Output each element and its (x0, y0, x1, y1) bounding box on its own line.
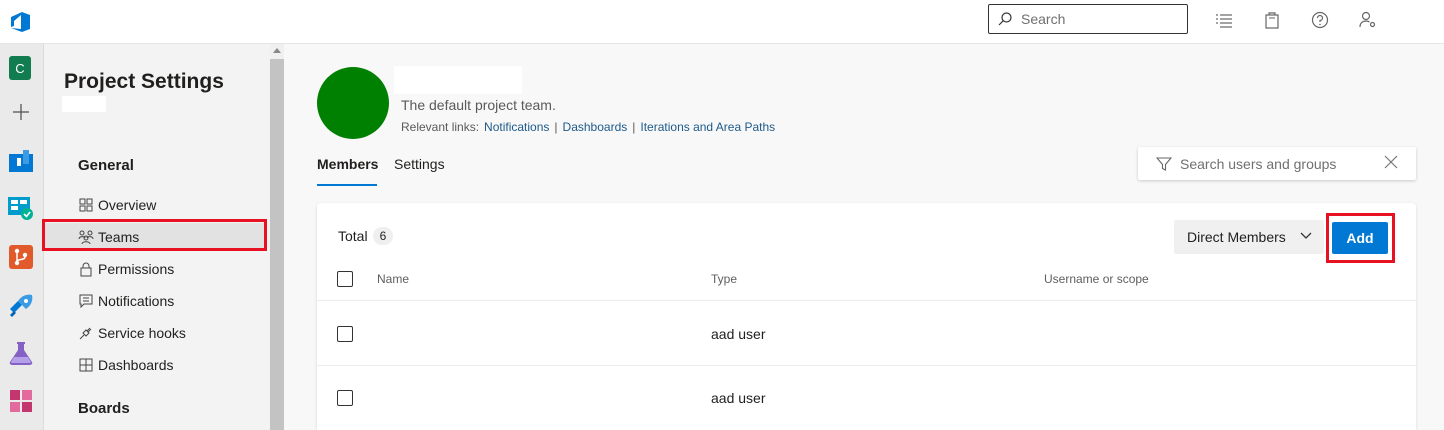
nav-group-general: General (78, 157, 134, 174)
filter-icon (1156, 156, 1172, 171)
tab-members[interactable]: Members (317, 156, 378, 172)
overview-icon (78, 197, 94, 213)
scroll-up-arrow-icon[interactable] (273, 48, 281, 53)
artifacts-icon[interactable] (8, 388, 34, 414)
chat-icon (78, 293, 94, 309)
user-settings-icon[interactable] (1358, 10, 1378, 30)
boards-icon[interactable] (8, 196, 34, 222)
list-icon[interactable] (1214, 10, 1234, 30)
search-placeholder: Search (1021, 11, 1066, 27)
close-icon[interactable] (1384, 155, 1398, 169)
azure-devops-logo-icon[interactable] (8, 9, 34, 35)
nav-group-boards[interactable]: Boards (78, 400, 130, 417)
page-title: Project Settings (64, 70, 224, 93)
link-iterations-area-paths[interactable]: Iterations and Area Paths (640, 120, 775, 134)
team-description: The default project team. (401, 97, 556, 113)
left-rail: C (0, 44, 44, 430)
help-icon[interactable] (1310, 10, 1330, 30)
column-header-type[interactable]: Type (711, 272, 737, 286)
tab-selected-indicator (317, 184, 377, 186)
nav-item-label: Overview (98, 197, 157, 213)
redacted-subtitle (62, 96, 106, 112)
member-type: aad user (711, 326, 766, 342)
search-icon (998, 12, 1012, 26)
column-header-scope[interactable]: Username or scope (1044, 272, 1149, 286)
nav-item-permissions[interactable]: Permissions (44, 255, 266, 283)
members-panel: Total 6 Direct Members Add Name Type Use… (317, 203, 1416, 430)
nav-item-label: Notifications (98, 293, 175, 309)
test-plans-icon[interactable] (8, 340, 34, 366)
nav-item-service-hooks[interactable]: Service hooks (44, 319, 266, 347)
nav-item-label: Permissions (98, 261, 175, 277)
top-bar: Search (0, 0, 1444, 44)
pipelines-icon[interactable] (8, 292, 34, 318)
direct-members-dropdown[interactable]: Direct Members (1174, 220, 1324, 254)
overview-icon[interactable] (8, 148, 34, 174)
shopping-bag-icon[interactable] (1262, 10, 1282, 30)
team-name-redacted (394, 66, 522, 94)
filter-placeholder: Search users and groups (1180, 155, 1337, 172)
relevant-links: Relevant links: Notifications | Dashboar… (401, 120, 776, 134)
team-avatar (317, 67, 389, 139)
add-highlight-box (1326, 213, 1395, 263)
member-type: aad user (711, 390, 766, 406)
row-divider (317, 365, 1416, 366)
plug-icon (78, 325, 94, 341)
dashboard-icon (78, 357, 94, 373)
dropdown-value: Direct Members (1187, 229, 1286, 245)
link-notifications[interactable]: Notifications (484, 120, 549, 134)
relevant-links-label: Relevant links: (401, 120, 480, 134)
column-header-name[interactable]: Name (377, 272, 409, 286)
tab-settings[interactable]: Settings (394, 156, 445, 172)
link-dashboards[interactable]: Dashboards (563, 120, 628, 134)
row-checkbox[interactable] (337, 326, 353, 342)
project-avatar[interactable]: C (9, 56, 31, 80)
search-users-filter[interactable]: Search users and groups (1138, 147, 1416, 180)
row-checkbox[interactable] (337, 390, 353, 406)
select-all-checkbox[interactable] (337, 271, 353, 287)
total-count-badge: 6 (372, 227, 394, 245)
add-icon[interactable] (8, 99, 34, 125)
total-label: Total (338, 228, 368, 244)
repos-icon[interactable] (8, 244, 34, 270)
chevron-down-icon (1300, 232, 1312, 239)
scrollbar-thumb[interactable] (270, 59, 284, 430)
search-box[interactable]: Search (988, 4, 1188, 34)
nav-item-notifications[interactable]: Notifications (44, 287, 266, 315)
header-divider (317, 300, 1416, 301)
members-total: Total 6 (338, 227, 394, 245)
nav-item-overview[interactable]: Overview (44, 191, 266, 219)
nav-item-label: Dashboards (98, 357, 174, 373)
nav-scrollbar[interactable] (270, 44, 284, 430)
nav-item-label: Service hooks (98, 325, 186, 341)
nav-item-dashboards[interactable]: Dashboards (44, 351, 266, 379)
teams-highlight-box (42, 219, 267, 251)
lock-icon (78, 261, 94, 277)
